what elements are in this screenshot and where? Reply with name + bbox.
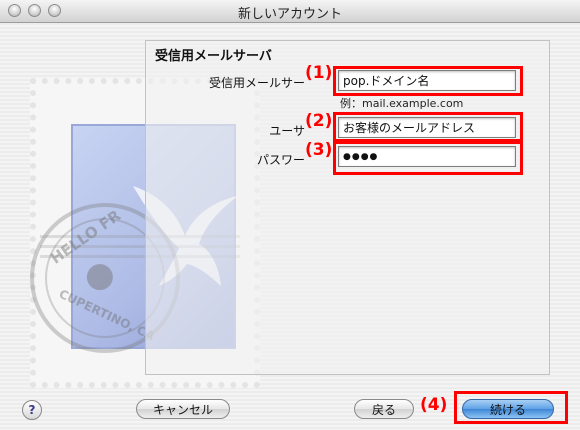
password-label: パスワー: [256, 153, 305, 167]
section-title: 受信用メールサーバ: [155, 49, 272, 64]
annotation-number-3: (3): [305, 140, 333, 160]
annotation-box-3: [333, 141, 523, 175]
apple-logo-icon: ●: [85, 255, 115, 295]
annotation-box-1: [333, 66, 523, 96]
annotation-number-1: (1): [305, 63, 333, 83]
window-content: HELLO FR CUPERTINO, CA ● 受信用メールサーバ 受信用メー…: [0, 23, 580, 430]
annotation-number-4: (4): [420, 395, 448, 415]
back-button[interactable]: 戻る: [354, 399, 414, 419]
server-hint: 例：mail.example.com: [340, 97, 464, 110]
server-label: 受信用メールサー: [208, 76, 305, 90]
title-bar: 新しいアカウント: [0, 0, 580, 23]
help-button[interactable]: ?: [22, 400, 42, 420]
new-account-window: 新しいアカウント HELLO FR CUPERTINO, CA ● 受信用メール…: [0, 0, 580, 430]
annotation-box-2: [333, 112, 523, 142]
window-title: 新しいアカウント: [237, 7, 342, 22]
user-label: ユーサ: [269, 124, 305, 138]
annotation-number-2: (2): [305, 111, 333, 131]
annotation-box-4: [454, 391, 568, 424]
cancel-button[interactable]: キャンセル: [136, 399, 230, 419]
